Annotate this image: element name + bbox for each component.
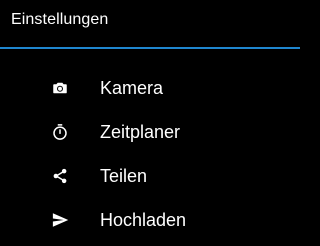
menu-item-teilen[interactable]: Teilen <box>0 154 300 198</box>
menu-item-label: Kamera <box>100 78 164 98</box>
header-divider <box>0 47 300 49</box>
app-header: Einstellungen <box>0 0 300 49</box>
menu-item-zeitplaner[interactable]: Zeitplaner <box>0 110 300 154</box>
menu-item-label: Hochladen <box>100 210 187 230</box>
send-icon <box>51 211 69 229</box>
share-icon <box>51 167 69 185</box>
menu-item-kamera[interactable]: Kamera <box>0 66 300 110</box>
settings-screen: Einstellungen Kamera Zeitplaner Teilen H… <box>0 0 300 246</box>
stopwatch-icon <box>51 123 69 141</box>
page-title: Einstellungen <box>11 11 109 28</box>
menu-item-label: Teilen <box>100 166 148 186</box>
settings-menu: Kamera Zeitplaner Teilen Hochladen <box>0 66 300 242</box>
camera-icon <box>51 79 69 97</box>
menu-item-label: Zeitplaner <box>100 122 181 142</box>
menu-item-hochladen[interactable]: Hochladen <box>0 198 300 242</box>
